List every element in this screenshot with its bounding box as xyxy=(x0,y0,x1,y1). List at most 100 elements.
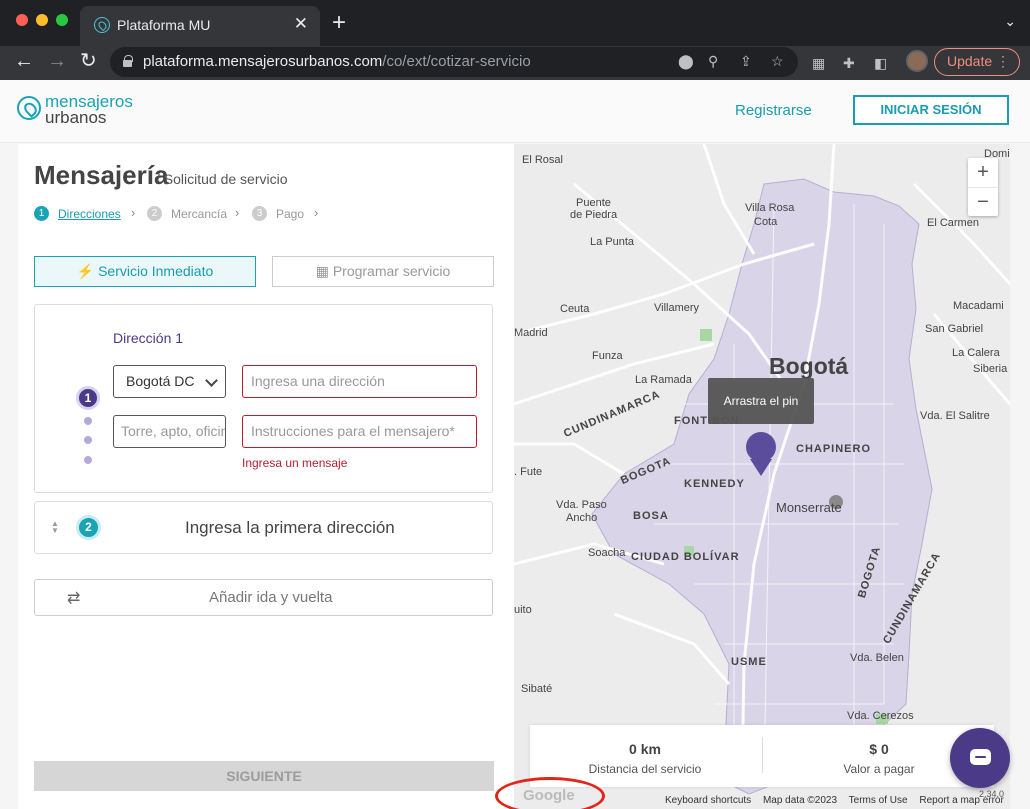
chevron-right-icon: › xyxy=(235,205,240,220)
side-panel-icon[interactable]: ◧ xyxy=(874,55,887,72)
map-place-label: Funza xyxy=(592,350,623,362)
register-link[interactable]: Registrarse xyxy=(735,102,812,119)
next-button[interactable]: SIGUIENTE xyxy=(34,761,494,791)
immediate-service-button[interactable]: ⚡ Servicio Inmediato xyxy=(34,256,256,287)
map-canvas xyxy=(514,144,1010,809)
extension-icon[interactable]: ▦ xyxy=(812,55,825,72)
site-header: mensajeros urbanos Registrarse INICIAR S… xyxy=(0,80,1030,143)
update-button[interactable]: Update ⋮ xyxy=(934,48,1020,76)
terms-of-use-link[interactable]: Terms of Use xyxy=(849,795,908,806)
zoom-out-button[interactable]: − xyxy=(968,187,998,216)
address-1-title: Dirección 1 xyxy=(113,330,184,346)
address-bar[interactable]: plataforma.mensajerosurbanos.com/co/ext/… xyxy=(110,47,798,77)
map-place-label: Vda. El Salitre xyxy=(920,410,990,422)
map-zoom-controls: + − xyxy=(968,158,998,216)
map-place-label: Puente xyxy=(576,197,611,209)
city-select[interactable]: Bogotá DC xyxy=(113,365,226,398)
step-number-3: 3 xyxy=(252,206,267,221)
reload-icon[interactable]: ↻ xyxy=(80,50,97,72)
map-place-label: El Carmen xyxy=(927,217,979,229)
calendar-icon: ▦ xyxy=(315,263,329,279)
address-1-badge: 1 xyxy=(76,386,100,410)
immediate-service-label: Servicio Inmediato xyxy=(98,263,214,279)
url-path: /co/ext/cotizar-servicio xyxy=(382,53,531,70)
url-host: plataforma.mensajerosurbanos.com xyxy=(143,53,383,70)
page-subtitle: / Solicitud de servicio xyxy=(156,171,288,187)
map-district-label: KENNEDY xyxy=(684,478,745,490)
swap-arrows-icon: ⇄ xyxy=(67,590,81,607)
location-icon[interactable]: ⬤ xyxy=(678,53,694,70)
distance-value: 0 km xyxy=(629,741,661,757)
map-place-label: Siberia xyxy=(973,363,1008,375)
browser-tab[interactable]: Plataforma MU ✕ xyxy=(80,6,320,46)
close-window-button[interactable] xyxy=(16,14,28,26)
city-select-value: Bogotá DC xyxy=(126,373,195,389)
address-input[interactable]: Ingresa una dirección xyxy=(242,365,477,398)
back-arrow-icon[interactable]: ← xyxy=(14,50,34,72)
summary-divider xyxy=(762,737,763,773)
round-trip-button[interactable]: ⇄ Añadir ida y vuelta xyxy=(34,579,493,616)
lock-icon xyxy=(123,55,133,67)
map-view[interactable]: El Rosal Domi Puente de Piedra Villa Ros… xyxy=(514,144,1010,809)
tab-search-chevron-icon[interactable]: ⌄ xyxy=(1004,13,1016,30)
map-place-label: Cota xyxy=(754,216,778,228)
map-data-text: Map data ©2023 xyxy=(762,795,838,806)
address-2-badge: 2 xyxy=(76,515,101,540)
map-footer-links: Keyboard shortcuts Map data ©2023 Terms … xyxy=(665,795,1013,806)
step-number-1: 1 xyxy=(34,206,49,221)
keyboard-shortcuts-link[interactable]: Keyboard shortcuts xyxy=(665,795,751,806)
map-place-label: El Rosal xyxy=(522,154,563,166)
map-place-label: Villa Rosa xyxy=(745,202,795,214)
step-mercancia[interactable]: Mercancía xyxy=(171,207,227,221)
more-menu-icon: ⋮ xyxy=(996,53,1010,69)
forward-arrow-icon[interactable]: → xyxy=(47,50,67,72)
map-place-label: Vda. Cerezos xyxy=(847,710,914,722)
drag-pin-tooltip: Arrastra el pin xyxy=(708,378,814,424)
tab-title: Plataforma MU xyxy=(117,17,211,33)
new-tab-icon[interactable]: + xyxy=(332,9,346,37)
chevron-right-icon: › xyxy=(131,205,136,220)
map-place-label: Vda. Belen xyxy=(850,652,904,664)
browser-tab-strip: Plataforma MU ✕ + ⌄ xyxy=(0,0,1030,46)
address-2-label: Ingresa la primera dirección xyxy=(185,518,395,537)
map-place-label: Sibaté xyxy=(521,683,553,695)
logo-text-line2[interactable]: urbanos xyxy=(45,109,106,126)
page-title: Mensajería xyxy=(34,160,169,190)
address-1-card: Dirección 1 Bogotá DC Ingresa una direcc… xyxy=(34,304,493,493)
favicon-icon xyxy=(94,17,110,33)
step-number-2: 2 xyxy=(147,206,162,221)
puzzle-extensions-icon[interactable]: ✚ xyxy=(843,55,855,72)
map-place-label: Soacha xyxy=(588,547,626,559)
login-button[interactable]: INICIAR SESIÓN xyxy=(853,95,1009,125)
map-place-label: Ceuta xyxy=(560,303,590,315)
zoom-in-button[interactable]: + xyxy=(968,158,998,187)
city-label-bogota: Bogotá xyxy=(769,353,849,379)
map-place-label: uito xyxy=(514,604,532,616)
courier-instructions-input[interactable]: Instrucciones para el mensajero* xyxy=(242,415,477,448)
map-place-label: La Calera xyxy=(952,347,1000,359)
profile-avatar[interactable] xyxy=(906,50,928,72)
annotation-circle xyxy=(495,777,605,809)
zoom-search-icon[interactable]: ⚲ xyxy=(708,53,718,70)
round-trip-label: Añadir ida y vuelta xyxy=(209,589,333,606)
lightning-icon: ⚡ xyxy=(76,263,95,279)
chevron-right-icon: › xyxy=(314,205,319,220)
tower-apartment-input[interactable]: Torre, apto, oficina xyxy=(113,415,226,448)
step-direcciones[interactable]: Direcciones xyxy=(58,207,121,221)
address-2-card[interactable]: ▲ ▼ 2 Ingresa la primera dirección xyxy=(34,501,493,554)
schedule-service-button[interactable]: ▦ Programar servicio xyxy=(272,256,494,287)
share-icon[interactable]: ⇪ xyxy=(740,53,752,70)
logo-icon[interactable] xyxy=(17,96,41,120)
drag-sort-icon[interactable]: ▲ ▼ xyxy=(51,520,59,535)
map-district-label: USME xyxy=(731,656,767,668)
update-label: Update xyxy=(947,53,993,69)
maximize-window-button[interactable] xyxy=(56,14,68,26)
chevron-down-icon xyxy=(205,374,218,387)
bookmark-star-icon[interactable]: ☆ xyxy=(771,53,784,70)
chat-button[interactable] xyxy=(950,728,1010,788)
map-place-label: La Ramada xyxy=(635,374,692,386)
minimize-window-button[interactable] xyxy=(36,14,48,26)
step-pago[interactable]: Pago xyxy=(276,207,304,221)
close-tab-icon[interactable]: ✕ xyxy=(294,14,308,34)
map-place-label: . Fute xyxy=(514,466,543,478)
